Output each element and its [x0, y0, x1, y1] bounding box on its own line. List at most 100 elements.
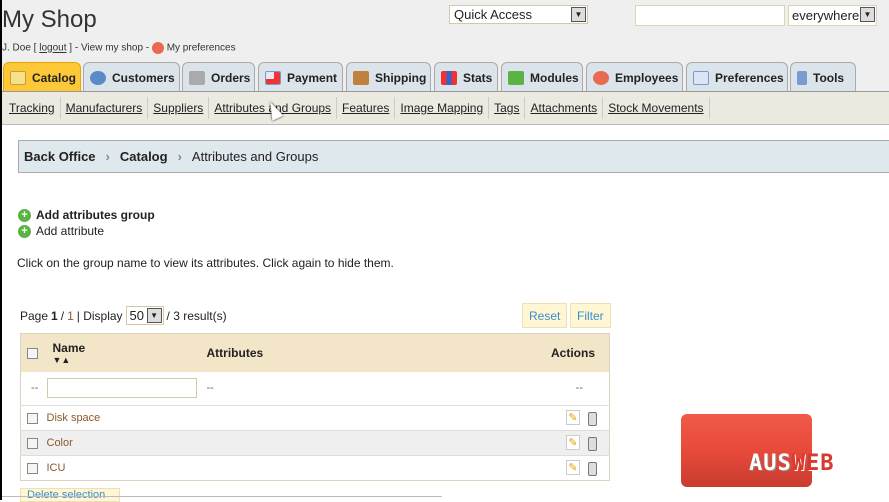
subnav-features[interactable]: Features: [337, 97, 396, 119]
user-icon: [151, 42, 164, 54]
chevron-down-icon[interactable]: ▼: [571, 7, 586, 22]
ausweb-logo-text: AUSWEB: [749, 451, 835, 476]
tab-preferences[interactable]: Preferences: [686, 62, 788, 92]
tab-customers[interactable]: Customers: [83, 62, 180, 92]
tab-label: Payment: [287, 70, 338, 85]
tab-label: Orders: [211, 70, 251, 85]
logout-link[interactable]: logout: [39, 43, 66, 54]
filter-dash: --: [575, 382, 583, 395]
chevron-right-icon: ›: [177, 149, 182, 164]
search-scope-select[interactable]: everywhere ▼: [788, 5, 877, 26]
tab-orders[interactable]: Orders: [182, 62, 255, 92]
tab-label: Stats: [463, 70, 493, 85]
sub-navigation: Tracking Manufacturers Suppliers Attribu…: [2, 91, 889, 125]
table-row[interactable]: Disk space ✎: [20, 405, 610, 431]
pagination: Page 1 / 1 | Display 50 ▼ / 3 result(s): [20, 306, 227, 325]
edit-icon[interactable]: ✎: [566, 460, 580, 476]
plus-icon: +: [18, 208, 31, 222]
tab-label: Employees: [615, 70, 679, 85]
divider: [2, 496, 442, 497]
name-filter-input[interactable]: [46, 378, 197, 399]
tab-tools[interactable]: Tools: [790, 62, 856, 92]
subnav-image-mapping[interactable]: Image Mapping: [395, 97, 490, 119]
chevron-down-icon[interactable]: ▼: [146, 308, 162, 323]
subnav-manufacturers[interactable]: Manufacturers: [61, 97, 149, 119]
add-attributes-group-link[interactable]: + Add attributes group: [18, 208, 155, 222]
column-name: Name: [52, 340, 86, 355]
page-separator: /: [60, 308, 65, 323]
delete-icon[interactable]: [588, 436, 597, 451]
reset-button[interactable]: Reset: [522, 303, 568, 328]
filter-dash: --: [206, 382, 214, 395]
add-group-label[interactable]: Add attributes group: [36, 208, 155, 222]
view-shop-link[interactable]: ] - View my shop -: [69, 43, 149, 54]
chevron-down-icon[interactable]: ▼: [860, 7, 875, 22]
tab-label: Catalog: [32, 70, 77, 85]
plus-icon: +: [18, 224, 31, 238]
payment-icon: [265, 70, 281, 85]
pencil-window-icon: [693, 70, 709, 85]
select-all-checkbox[interactable]: [27, 348, 38, 360]
filter-button[interactable]: Filter: [570, 303, 611, 328]
row-checkbox[interactable]: [27, 412, 38, 424]
column-attributes: Attributes: [206, 333, 405, 372]
shop-title: My Shop: [2, 6, 97, 33]
column-actions: Actions: [404, 333, 610, 372]
table-row[interactable]: ICU ✎: [20, 455, 610, 481]
row-checkbox[interactable]: [27, 462, 38, 474]
page-label: Page: [20, 308, 49, 323]
results-count: / 3 result(s): [166, 308, 227, 323]
tab-label: Modules: [530, 70, 579, 85]
tab-modules[interactable]: Modules: [501, 62, 583, 92]
group-name[interactable]: ICU: [46, 455, 405, 481]
breadcrumb-back-office[interactable]: Back Office: [24, 149, 96, 164]
logo-part2: WEB: [791, 451, 835, 476]
tab-label: Preferences: [715, 70, 784, 85]
cart-icon: [189, 70, 205, 85]
group-name[interactable]: Color: [46, 430, 405, 456]
breadcrumb: Back Office › Catalog › Attributes and Gro…: [18, 140, 889, 173]
quick-access-select[interactable]: Quick Access ▼: [449, 5, 588, 24]
per-page-select[interactable]: 50 ▼: [125, 306, 164, 325]
tab-payment[interactable]: Payment: [258, 62, 343, 92]
subnav-suppliers[interactable]: Suppliers: [148, 97, 210, 119]
tab-catalog[interactable]: Catalog: [3, 62, 81, 92]
truck-icon: [353, 70, 369, 85]
sort-arrows-icon[interactable]: ▼▲: [53, 355, 207, 365]
delete-icon[interactable]: [588, 411, 597, 426]
tab-label: Customers: [112, 70, 175, 85]
tab-shipping[interactable]: Shipping: [346, 62, 431, 92]
subnav-tags[interactable]: Tags: [489, 97, 526, 119]
employee-icon: [593, 70, 609, 85]
quick-access-value: Quick Access: [454, 7, 533, 22]
my-preferences-link[interactable]: My preferences: [167, 43, 236, 54]
search-input[interactable]: [635, 5, 785, 26]
edit-icon[interactable]: ✎: [566, 435, 580, 451]
tab-stats[interactable]: Stats: [434, 62, 498, 92]
tab-label: Shipping: [375, 70, 427, 85]
breadcrumb-current: Attributes and Groups: [191, 149, 319, 164]
subnav-attachments[interactable]: Attachments: [525, 97, 604, 119]
filter-row: -- -- --: [21, 372, 610, 406]
attribute-groups-table: Name ▼▲ Attributes Actions -- -- -- Disk …: [20, 333, 610, 481]
table-header: Name ▼▲ Attributes Actions: [20, 333, 610, 372]
subnav-stock-movements[interactable]: Stock Movements: [603, 97, 710, 119]
display-label: | Display: [76, 308, 123, 323]
user-icon: [90, 70, 106, 85]
delete-icon[interactable]: [588, 461, 597, 476]
add-attribute-link[interactable]: + Add attribute: [18, 224, 104, 238]
row-checkbox[interactable]: [27, 437, 38, 449]
chart-icon: [441, 70, 457, 85]
add-attribute-label[interactable]: Add attribute: [36, 224, 104, 238]
breadcrumb-catalog[interactable]: Catalog: [120, 149, 168, 164]
subnav-tracking[interactable]: Tracking: [4, 97, 61, 119]
wrench-icon: [797, 70, 807, 85]
puzzle-icon: [508, 70, 524, 85]
folder-icon: [10, 70, 26, 85]
hint-text: Click on the group name to view its attr…: [17, 256, 394, 270]
total-pages[interactable]: 1: [67, 309, 74, 323]
tab-employees[interactable]: Employees: [586, 62, 683, 92]
edit-icon[interactable]: ✎: [566, 410, 580, 426]
table-row[interactable]: Color ✎: [20, 430, 610, 456]
group-name[interactable]: Disk space: [46, 405, 405, 431]
